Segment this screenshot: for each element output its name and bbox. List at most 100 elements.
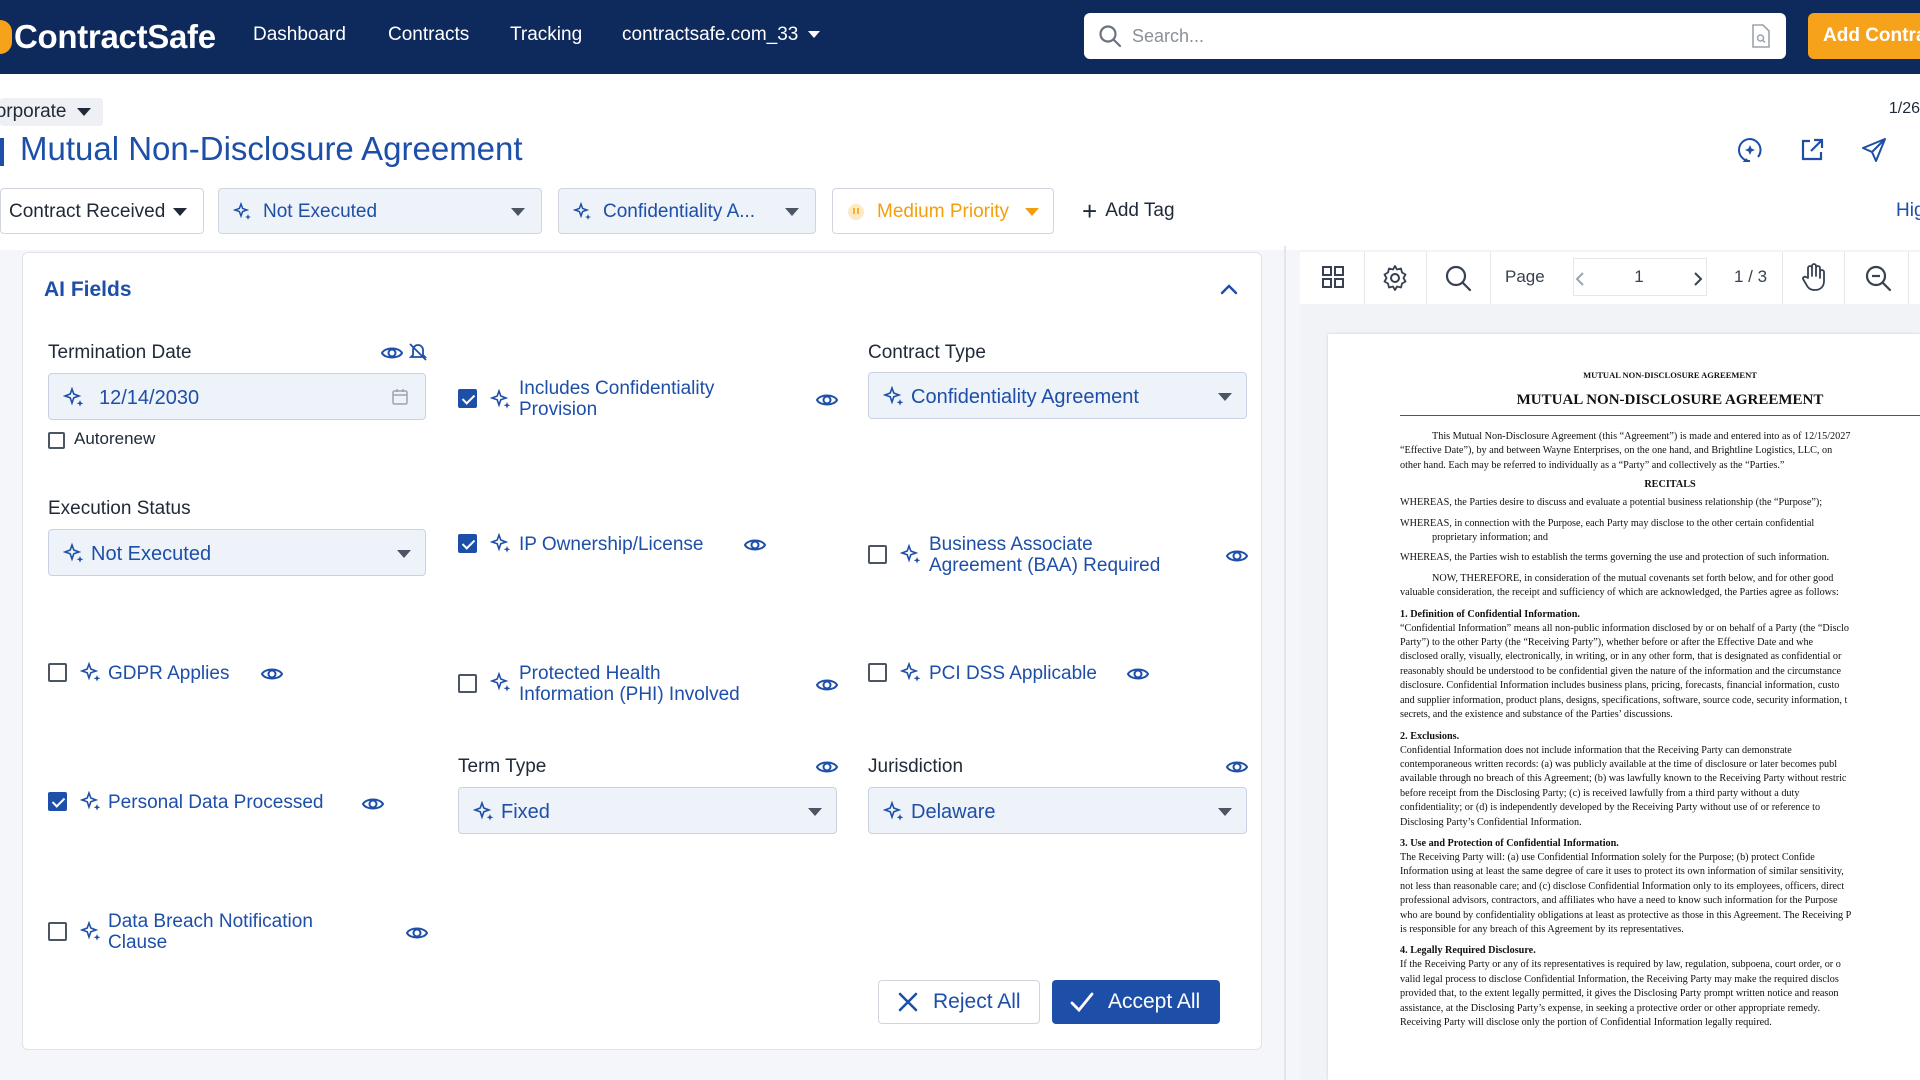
eye-icon[interactable] [815,757,839,777]
gear-icon[interactable] [1381,264,1409,292]
confidentiality-checkbox[interactable] [458,389,477,408]
eye-icon[interactable] [380,343,404,363]
nav-dashboard[interactable]: Dashboard [253,24,346,46]
breadcrumb-label: Corporate [0,101,67,122]
nav-contracts[interactable]: Contracts [388,24,469,46]
document-line: WHEREAS, the Parties wish to establish t… [1400,552,1830,564]
status-dropdown[interactable]: Contract Received [0,188,204,234]
sparkle-icon [490,533,511,553]
document-line: disclosed orally, visually, electronical… [1400,651,1842,663]
eye-icon[interactable] [1225,546,1249,566]
hand-icon[interactable] [1800,262,1828,292]
document-search-icon[interactable] [1750,23,1772,49]
zoom-out-icon[interactable] [1864,264,1892,292]
document-line: Disclosing Party’s Confidential Informat… [1400,816,1582,828]
account-dropdown[interactable]: contractsafe.com_33 [622,24,821,46]
chevron-up-icon[interactable] [1218,280,1240,298]
chevron-left-icon[interactable] [1572,270,1590,288]
eye-icon[interactable] [405,923,429,943]
accept-all-label: Accept All [1108,990,1201,1013]
reject-all-button[interactable]: Reject All [878,980,1040,1024]
eye-icon[interactable] [1225,757,1249,777]
document-section-4: If the Receiving Party or any of its rep… [1400,958,1920,1030]
search-bar[interactable] [1084,13,1786,59]
confidentiality-label-line1: Includes Confidentiality [519,378,715,399]
jurisdiction-dropdown[interactable]: Delaware [868,787,1247,834]
search-input[interactable] [1132,13,1712,59]
chat-sparkle-icon[interactable] [1736,136,1764,164]
document-intro: This Mutual Non-Disclosure Agreement (th… [1400,430,1920,473]
external-link-icon[interactable] [1798,136,1826,164]
send-icon[interactable] [1860,136,1888,164]
document-line: provided that, to the extent legally per… [1400,988,1839,1000]
accept-all-button[interactable]: Accept All [1052,980,1220,1024]
document-section-1: “Confidential Information” means all non… [1400,622,1920,723]
caret-down-icon [397,550,411,558]
toolbar-separator [1490,252,1491,304]
pci-label: PCI DSS Applicable [929,663,1097,684]
data-breach-checkbox[interactable] [48,922,67,941]
nav-tracking[interactable]: Tracking [510,24,582,46]
eye-icon[interactable] [815,675,839,695]
document-line: before receipt from the Disclosing Party… [1400,787,1800,799]
sparkle-icon [883,801,904,821]
termination-date-input[interactable]: 12/14/2030 [48,373,426,420]
add-contract-button[interactable]: Add Contract [1808,13,1920,59]
ip-ownership-checkbox[interactable] [458,534,477,553]
toolbar-separator [1782,252,1783,304]
add-tag-button[interactable]: + Add Tag [1082,198,1175,224]
personal-data-checkbox[interactable] [48,792,67,811]
chevron-right-icon[interactable] [1688,270,1706,288]
execution-status-dropdown[interactable]: Not Executed [48,529,426,576]
phi-checkbox[interactable] [458,674,477,693]
autorenew-checkbox[interactable] [48,432,65,449]
confidentiality-label: Includes Confidentiality Provision [519,378,714,420]
contract-type-dropdown[interactable]: Confidentiality Agreement [868,372,1247,419]
execution-label: Not Executed [263,201,378,222]
caret-down-icon [785,208,799,216]
toolbar-separator [1844,252,1845,304]
document-line: WHEREAS, in connection with the Purpose,… [1400,517,1815,529]
panel-divider[interactable] [1284,246,1286,1080]
bell-off-icon[interactable] [407,341,429,363]
caret-down-icon [173,208,187,216]
data-breach-label-line2: Clause [108,932,168,953]
sparkle-icon [900,544,921,564]
eye-icon[interactable] [743,535,767,555]
data-breach-label: Data Breach Notification Clause [108,911,313,953]
document-line: contemporaneous written records: (a) was… [1400,758,1838,770]
folder-breadcrumb[interactable]: Corporate [0,98,103,126]
highlights-link[interactable]: Hig [1896,200,1920,222]
eye-icon[interactable] [361,794,385,814]
brand-name: ContractSafe [14,18,216,55]
ip-ownership-label: IP Ownership/License [519,534,704,555]
brand-mark-icon [0,20,12,54]
grid-icon[interactable] [1320,264,1346,290]
gdpr-checkbox[interactable] [48,663,67,682]
pci-checkbox[interactable] [868,663,887,682]
document-section-heading: 1. Definition of Confidential Informatio… [1400,608,1580,620]
type-dropdown[interactable]: Confidentiality A... [558,188,816,234]
document-line: and supplier information, product plans,… [1400,694,1848,706]
eye-icon[interactable] [815,390,839,410]
document-content: MUTUAL NON-DISCLOSURE AGREEMENT MUTUAL N… [1400,370,1920,1030]
document-line: not less than reasonable care; and (c) d… [1400,880,1845,892]
search-icon[interactable] [1444,264,1472,292]
eye-icon[interactable] [1126,664,1150,684]
autorenew-label: Autorenew [74,429,156,448]
back-indicator[interactable] [0,138,4,166]
document-page[interactable]: MUTUAL NON-DISCLOSURE AGREEMENT MUTUAL N… [1328,334,1920,1080]
priority-dropdown[interactable]: Medium Priority [832,188,1054,234]
baa-checkbox[interactable] [868,545,887,564]
brand-logo[interactable]: ContractSafe [0,14,216,60]
document-line: valid legal process to disclose Confiden… [1400,973,1839,985]
calendar-icon[interactable] [391,388,409,406]
baa-label-line1: Business Associate [929,534,1093,555]
eye-icon[interactable] [260,664,284,684]
page-number-input[interactable] [1614,260,1664,294]
term-type-dropdown[interactable]: Fixed [458,787,837,834]
document-line: “Confidential Information” means all non… [1400,622,1849,634]
execution-dropdown[interactable]: Not Executed [218,188,542,234]
document-line: If the Receiving Party or any of its rep… [1400,959,1841,971]
document-section-3: The Receiving Party will: (a) use Confid… [1400,851,1920,937]
